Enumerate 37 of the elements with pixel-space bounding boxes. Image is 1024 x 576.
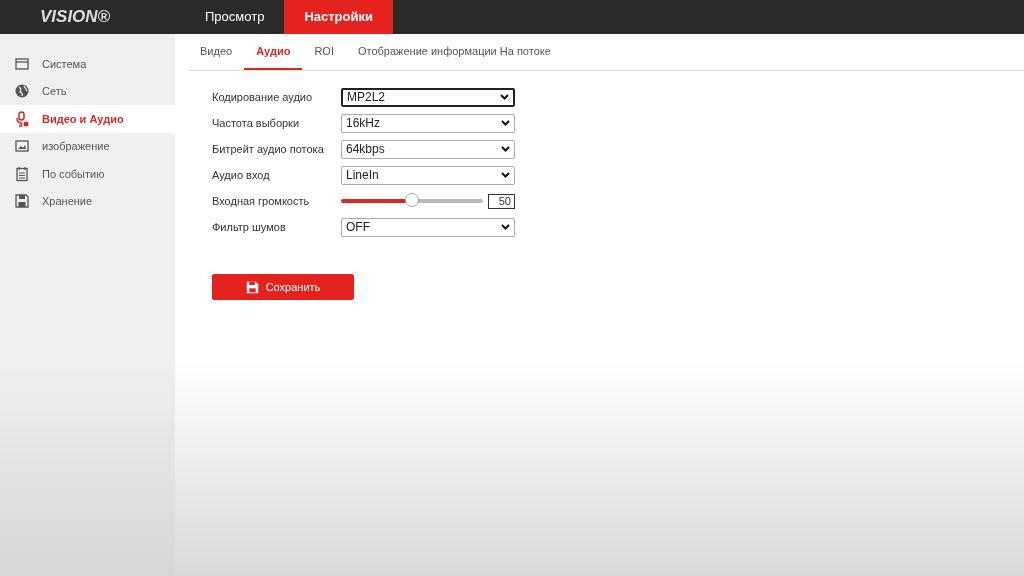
sidebar-item[interactable]: изображение (0, 132, 175, 160)
settings-tab[interactable]: Аудио (244, 34, 303, 70)
field-label: Аудио вход (212, 167, 271, 183)
sidebar-item[interactable]: Система (0, 50, 175, 78)
sidebar-item[interactable]: Хранение (0, 187, 175, 215)
chevron-down-icon (500, 94, 509, 100)
sidebar-item[interactable]: Сеть (0, 77, 175, 105)
field-label: Битрейт аудио потока (212, 141, 325, 157)
window-icon (14, 55, 30, 72)
chevron-down-icon (501, 172, 510, 178)
slider-thumb[interactable] (405, 193, 419, 207)
sidebar-item[interactable]: По событию (0, 160, 175, 188)
calendar-icon (14, 165, 30, 182)
field-label: Кодирование аудио (212, 89, 314, 105)
dropdown[interactable]: OFF (341, 217, 515, 237)
settings-tab[interactable]: ROI (302, 34, 346, 70)
nav-tab[interactable]: Настройки (284, 0, 393, 34)
settings-tab[interactable]: Видео (188, 34, 245, 70)
dropdown[interactable]: MP2L2 (341, 87, 515, 107)
globe-icon (14, 83, 30, 100)
field-label: Фильтр шумов (212, 219, 287, 235)
save-button[interactable]: Сохранить (212, 274, 354, 300)
logo: VISION® (39, 6, 112, 29)
sidebar-item[interactable]: Видео и Аудио (0, 105, 175, 133)
field-label: Входная громкость (212, 193, 311, 209)
chevron-down-icon (501, 224, 510, 230)
nav-tab[interactable]: Просмотр (185, 0, 285, 34)
settings-tab[interactable]: Отображение информации На потоке (345, 34, 563, 70)
image-icon (14, 138, 30, 155)
dropdown[interactable]: LineIn (341, 165, 515, 185)
dropdown[interactable]: 16kHz (341, 113, 515, 133)
dropdown[interactable]: 64kbps (341, 139, 515, 159)
chevron-down-icon (501, 146, 510, 152)
field-label: Частота выборки (212, 115, 301, 131)
value-field[interactable]: 50 (488, 193, 515, 209)
chevron-down-icon (501, 120, 510, 126)
microphone-icon (14, 110, 30, 127)
